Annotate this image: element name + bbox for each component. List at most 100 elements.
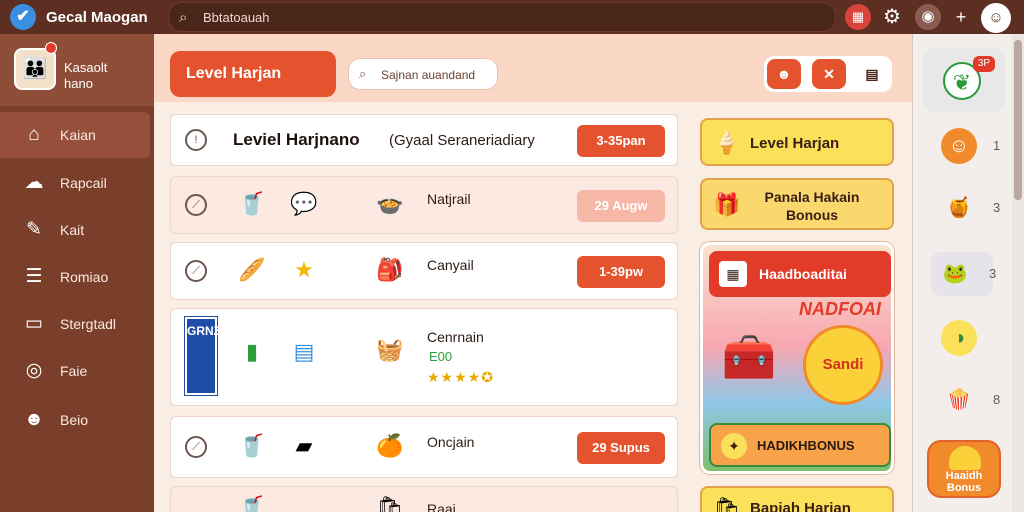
profile-name-line2: hano xyxy=(64,76,93,91)
profile-name: Kasaolt hano xyxy=(64,60,107,92)
promo-burst-title: NADFOAI xyxy=(799,299,881,319)
rail-item[interactable]: ☺ 1 xyxy=(935,124,1005,168)
printer-icon[interactable]: ▤ xyxy=(855,59,889,89)
sidebar-item-label: Romiao xyxy=(60,269,109,285)
scrollbar[interactable] xyxy=(1012,34,1024,512)
box-icon: ▰ xyxy=(295,433,313,458)
sidebar-item-romiao[interactable]: ☰ Romiao xyxy=(0,254,150,300)
profile-name-line1: Kasaolt xyxy=(64,60,108,75)
bread-icon: 🥖 xyxy=(238,257,266,282)
search-icon: ⌕ xyxy=(179,9,188,26)
search-icon: ⌕ xyxy=(359,66,367,81)
right-rail: ❦ 3P ☺ 1 🍯 3 🐸 3 ◑ 🍿 8 Haaidh Bonus xyxy=(912,34,1012,512)
list-item[interactable]: ⟋ 🥤 ▰ 🍊 Oncjain 29 Supus xyxy=(170,416,678,478)
ice-cream-icon: 🍦 xyxy=(713,130,741,155)
time-badge[interactable]: 29 Augw xyxy=(577,190,665,222)
rail-item[interactable]: 🐸 3 xyxy=(931,252,997,296)
rail-bonus-button[interactable]: Haaidh Bonus xyxy=(927,440,1001,498)
game-icon[interactable]: ▦ xyxy=(845,4,871,30)
rewards-panel: 🍦 Level Harjan 🎁 Panala Hakain Bonous ▦ … xyxy=(692,106,904,512)
sidebar-item-beio[interactable]: ☻ Beio xyxy=(0,397,150,443)
gear-icon[interactable]: ⚙ xyxy=(879,4,905,30)
sidebar-item-kaian[interactable]: ⌂ Kaian xyxy=(0,112,150,158)
time-badge[interactable]: 3-35pan xyxy=(577,125,665,157)
document-icon: ▤ xyxy=(293,339,315,364)
top-bar: ✔ Gecal Maogan ⌕ Bbtatoauah ▦ ⚙ ◉ + ☺ xyxy=(0,0,1024,34)
sidebar-item-kait[interactable]: ✎ Kait xyxy=(0,207,150,253)
reward-label: Level Harjan xyxy=(750,135,840,152)
promo-bubble: ▦ Haadboaditai xyxy=(709,251,891,297)
info-icon: ! xyxy=(185,129,207,151)
list-item[interactable]: ⟋ 🥖 ★ 🎒 Canyail 1-39pw xyxy=(170,242,678,300)
robot-icon[interactable]: ◉ xyxy=(915,4,941,30)
folder-icon: ▭ xyxy=(25,313,43,334)
list-item[interactable]: 🥤 🛍 Raai xyxy=(170,486,678,512)
page-search-input[interactable]: ⌕ Sajnan auandand xyxy=(348,58,498,90)
reward-card-bapiah[interactable]: 🛍 Bapiah Harjan xyxy=(700,486,894,512)
check-icon[interactable]: ✔ xyxy=(10,4,36,30)
cup-icon: 🥤 xyxy=(238,191,266,216)
reward-card-level[interactable]: 🍦 Level Harjan xyxy=(700,118,894,166)
frog-icon: 🐸 xyxy=(942,263,968,285)
profile-action-icon[interactable]: ☻ xyxy=(767,59,801,89)
rail-count: 3 xyxy=(993,200,1001,215)
cup-icon: 🥤 xyxy=(238,495,266,512)
profile-avatar: 👪 xyxy=(14,48,56,90)
rail-count: 1 xyxy=(993,138,1001,153)
battery-icon: ▮ xyxy=(245,339,259,364)
app-title: Gecal Maogan xyxy=(46,9,148,26)
cup-icon: 🥤 xyxy=(238,433,266,458)
gift-box-icon: ▦ xyxy=(719,261,747,287)
smile-icon: ☺ xyxy=(941,128,977,164)
item-name: Natjrail xyxy=(427,191,471,207)
home-icon: ⌂ xyxy=(28,124,40,145)
backpack-icon: 🎒 xyxy=(376,257,404,282)
page-title[interactable]: Level Harjan xyxy=(170,51,336,97)
top-search-input[interactable]: ⌕ Bbtatoauah xyxy=(168,2,836,32)
reward-card-bonus[interactable]: 🎁 Panala Hakain Bonous xyxy=(700,178,894,230)
cloud-icon: ☁ xyxy=(24,172,44,193)
clock-icon: ⟋ xyxy=(185,260,207,282)
rail-bonus-label2: Bonus xyxy=(946,482,982,494)
rail-bonus-label1: Haaidh xyxy=(945,470,983,482)
rail-count: 3 xyxy=(989,266,997,281)
meal-icon: 🍲 xyxy=(376,191,404,216)
list-item[interactable]: GRNZ ▮ ▤ 🧺 Cenrnain E00 ★★★★✪ xyxy=(170,308,678,406)
rail-badge: 3P xyxy=(973,56,995,72)
item-price: E00 xyxy=(429,349,453,364)
list-title-row[interactable]: ! Leviel Harjnano (Gyaal Seraneriadiary … xyxy=(170,114,678,166)
sidebar-item-label: Faie xyxy=(60,363,88,379)
time-badge[interactable]: 29 Supus xyxy=(577,432,665,464)
time-badge[interactable]: 1-39pw xyxy=(577,256,665,288)
food-box-icon: 🧺 xyxy=(376,337,404,362)
list-item[interactable]: ⟋ 🥤 💬 🍲 Natjrail 29 Augw xyxy=(170,176,678,234)
bag-icon: 🛍 xyxy=(713,496,741,512)
header-actions: ☻ ✕ ▤ xyxy=(764,56,892,92)
sidebar: 👪 Kasaolt hano ⌂ Kaian ☁ Rapcail ✎ Kait … xyxy=(0,34,154,512)
sidebar-item-rapcail[interactable]: ☁ Rapcail xyxy=(0,160,150,206)
rail-top-item[interactable]: ❦ 3P xyxy=(923,48,1005,112)
item-name: Raai xyxy=(427,501,456,512)
bonus-button[interactable]: ✦ HADIKHBONUS xyxy=(709,423,891,467)
profile-card[interactable]: 👪 Kasaolt hano xyxy=(0,34,154,106)
sidebar-item-faie[interactable]: ◎ Faie xyxy=(0,348,150,394)
page-search-placeholder: Sajnan auandand xyxy=(381,68,476,82)
sidebar-item-stergtadl[interactable]: ▭ Stergtadl xyxy=(0,301,150,347)
plus-icon[interactable]: + xyxy=(948,4,974,30)
item-name: Cenrnain xyxy=(427,329,484,345)
rail-item[interactable]: ◑ xyxy=(935,316,1005,360)
main-content: Level Harjan ⌕ Sajnan auandand ☻ ✕ ▤ ! L… xyxy=(154,34,912,512)
rail-count: 8 xyxy=(993,392,1001,407)
treasure-icon xyxy=(949,446,981,470)
scrollbar-thumb[interactable] xyxy=(1014,40,1022,200)
list-title: Leviel Harjnano xyxy=(233,130,360,149)
rail-item[interactable]: 🍿 8 xyxy=(935,378,1005,422)
rail-item[interactable]: 🍯 3 xyxy=(935,186,1005,230)
popcorn-icon: 🍿 xyxy=(946,389,972,411)
tools-action-icon[interactable]: ✕ xyxy=(812,59,846,89)
fruit-icon: 🍊 xyxy=(376,433,404,458)
location-icon: ◎ xyxy=(25,360,43,381)
clock-icon: ⟋ xyxy=(185,436,207,458)
promo-banner[interactable]: ▦ Haadboaditai 🧰 NADFOAI Sandi ✦ HADIKHB… xyxy=(700,242,894,474)
avatar-icon[interactable]: ☺ xyxy=(981,3,1011,33)
